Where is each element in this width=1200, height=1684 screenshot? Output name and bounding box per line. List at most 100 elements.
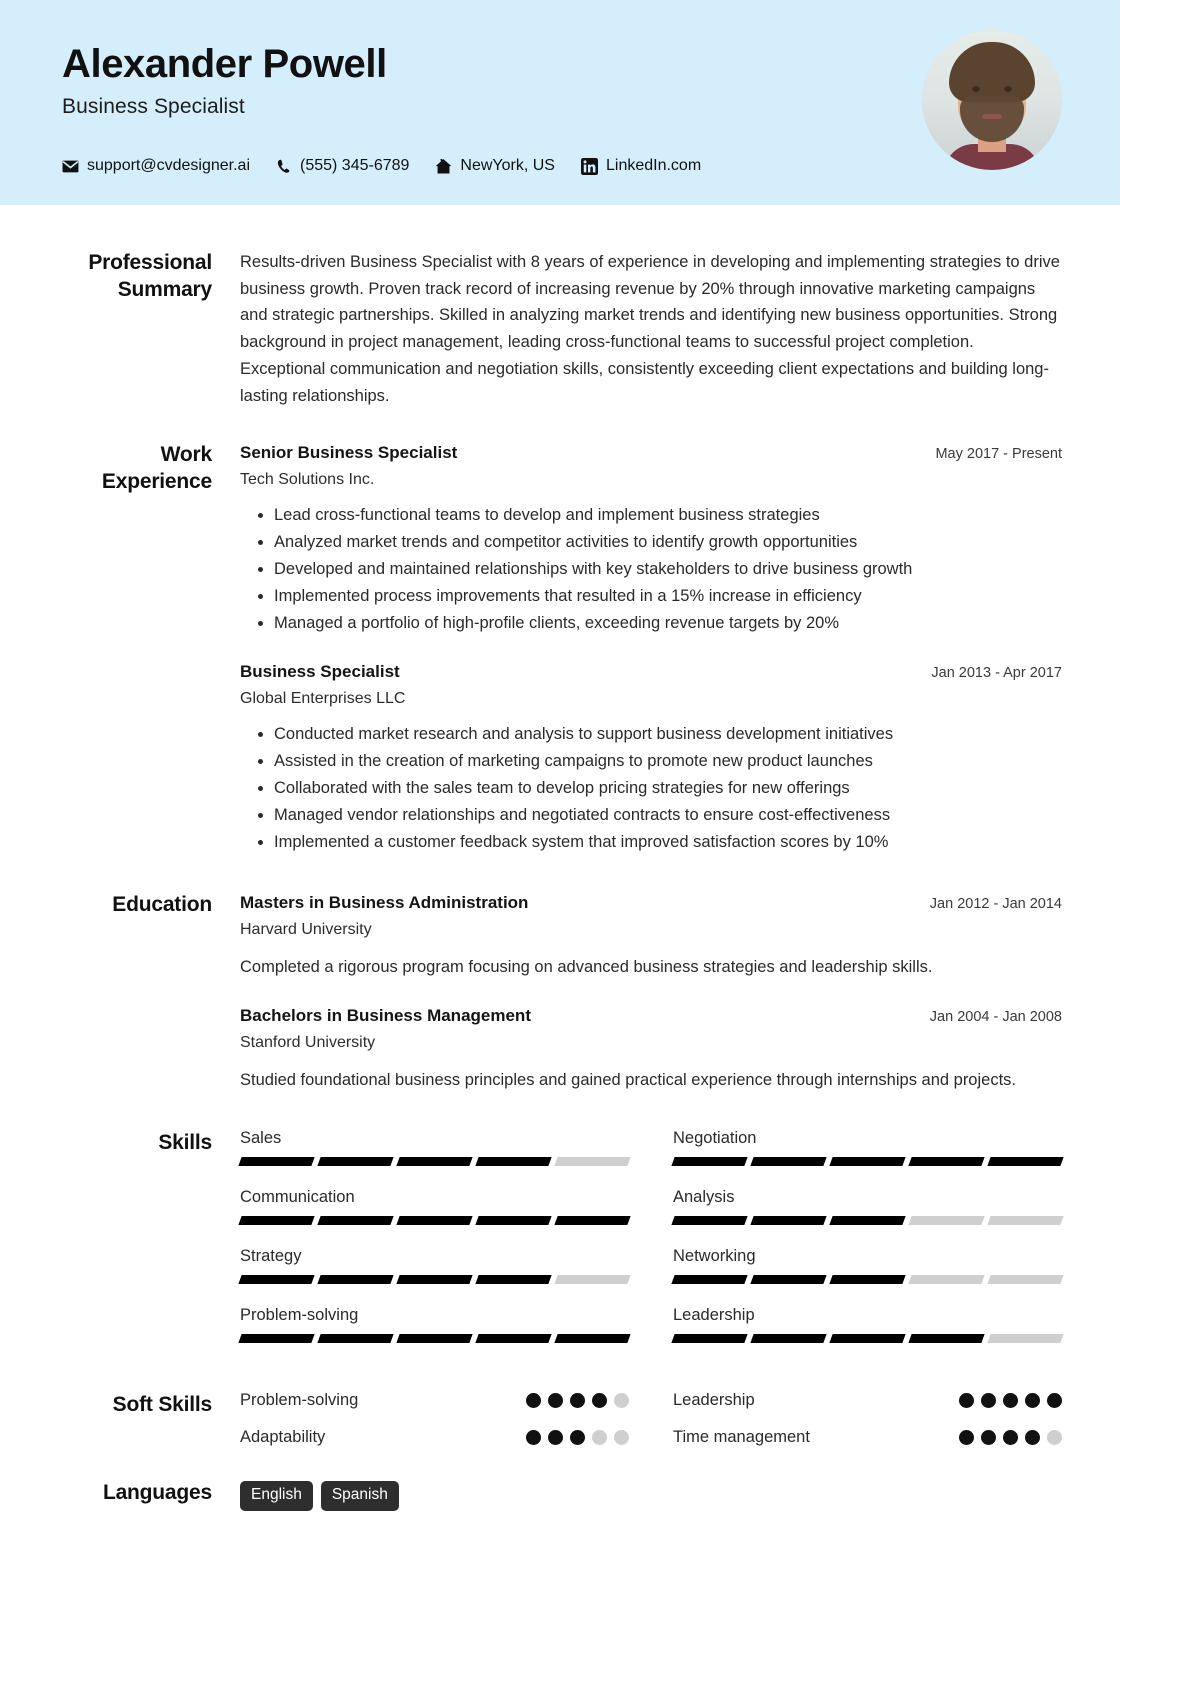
skill-name: Problem-solving (240, 1306, 359, 1325)
skill-item: Analysis (671, 1188, 1064, 1226)
skill-bar-segment (829, 1275, 906, 1285)
skill-bar-segment (554, 1275, 631, 1285)
skill-bar-segment (829, 1334, 906, 1344)
contact-email-text: support@cvdesigner.ai (87, 157, 250, 174)
skill-bar-segment (396, 1334, 473, 1344)
skill-name: Analysis (673, 1188, 735, 1207)
skill-bar-segment (396, 1275, 473, 1285)
home-icon (435, 158, 452, 175)
section-label-summary: Professional Summary (88, 251, 212, 301)
education-body: Masters in Business Administration Jan 2… (240, 891, 1062, 1097)
resume-header: Alexander Powell Business Specialist sup… (0, 0, 1120, 205)
education-entry: Bachelors in Business Management Jan 200… (240, 1004, 1062, 1093)
skill-bar-segment (317, 1334, 394, 1344)
skill-bar-segment (475, 1334, 552, 1344)
education-entry-org: Stanford University (240, 1033, 376, 1051)
rating-dot (1047, 1393, 1062, 1409)
contact-linkedin[interactable]: LinkedIn.com (580, 157, 701, 175)
soft-skill-item: Time management (673, 1428, 1062, 1447)
skill-name: Sales (240, 1129, 282, 1148)
contact-phone[interactable]: (555) 345-6789 (276, 157, 409, 175)
education-entry-date: Jan 2004 - Jan 2008 (929, 1009, 1062, 1026)
education-entry-org: Harvard University (240, 920, 372, 938)
soft-skill-rating (526, 1430, 629, 1446)
education-entry-desc: Completed a rigorous program focusing on… (240, 957, 933, 976)
contact-location-text: NewYork, US (460, 157, 555, 174)
soft-skill-name: Adaptability (240, 1428, 326, 1447)
phone-icon (276, 158, 292, 175)
contact-row: support@cvdesigner.ai (555) 345-6789 New… (62, 157, 701, 175)
rating-dot (570, 1393, 585, 1409)
header-text-block: Alexander Powell Business Specialist sup… (62, 38, 701, 205)
skill-name: Negotiation (673, 1129, 757, 1148)
work-entry: Senior Business Specialist May 2017 - Pr… (240, 441, 1062, 636)
section-label-soft-skills: Soft Skills (112, 1393, 213, 1417)
languages-body: English Spanish (240, 1479, 1062, 1511)
job-title: Business Specialist (62, 95, 245, 118)
skill-bar-segment (671, 1157, 748, 1167)
list-item: Assisted in the creation of marketing ca… (274, 748, 1062, 774)
skill-level-bar (671, 1275, 1064, 1285)
skill-bar-segment (475, 1275, 552, 1285)
skill-bar-segment (317, 1275, 394, 1285)
language-tag: Spanish (320, 1481, 399, 1511)
list-item: Implemented a customer feedback system t… (274, 829, 1062, 855)
rating-dot (959, 1430, 974, 1446)
skill-item: Negotiation (671, 1129, 1064, 1167)
soft-skill-item: Adaptability (240, 1428, 629, 1447)
skill-item: Strategy (238, 1247, 631, 1285)
contact-location[interactable]: NewYork, US (435, 157, 555, 175)
education-entry-date: Jan 2012 - Jan 2014 (929, 896, 1062, 913)
skill-bar-segment (829, 1157, 906, 1167)
email-icon (62, 158, 79, 175)
rating-dot (614, 1430, 629, 1446)
skill-item: Leadership (671, 1306, 1064, 1344)
skill-bar-segment (671, 1275, 748, 1285)
skill-bar-segment (238, 1275, 315, 1285)
skill-bar-segment (554, 1216, 631, 1226)
rating-dot (981, 1393, 996, 1409)
contact-email[interactable]: support@cvdesigner.ai (62, 157, 250, 175)
skill-level-bar (238, 1334, 631, 1344)
education-entry-title: Bachelors in Business Management (240, 1006, 531, 1026)
soft-skills-body: Problem-solving Leadership Adaptability Tim… (240, 1391, 1062, 1447)
list-item: Managed a portfolio of high-profile clie… (274, 610, 1062, 636)
skill-bar-segment (238, 1216, 315, 1226)
skill-bar-segment (750, 1157, 827, 1167)
section-work-experience: Work Experience Senior Business Speciali… (62, 441, 1062, 859)
skill-bar-segment (908, 1334, 985, 1344)
skill-bar-segment (987, 1157, 1064, 1167)
avatar-eye-right (1004, 86, 1012, 92)
rating-dot (548, 1430, 563, 1446)
work-entry-head: Business Specialist Jan 2013 - Apr 2017 (240, 660, 1062, 685)
soft-skill-item: Problem-solving (240, 1391, 629, 1410)
resume-page: Alexander Powell Business Specialist sup… (0, 0, 1120, 1684)
work-entry-date: May 2017 - Present (935, 446, 1062, 463)
soft-skill-item: Leadership (673, 1391, 1062, 1410)
avatar-eye-left (972, 86, 980, 92)
section-skills: Skills Sales Negotiation Communication Anal… (62, 1129, 1064, 1365)
skill-level-bar (238, 1157, 631, 1167)
soft-skill-name: Time management (673, 1428, 810, 1447)
skill-bar-segment (475, 1216, 552, 1226)
rating-dot (1025, 1393, 1040, 1409)
section-label-skills: Skills (158, 1131, 212, 1155)
rating-dot (592, 1430, 607, 1446)
section-education: Education Masters in Business Administra… (62, 891, 1062, 1097)
work-entry-head: Senior Business Specialist May 2017 - Pr… (240, 441, 1062, 466)
work-entry-title: Senior Business Specialist (240, 443, 458, 463)
list-item: Managed vendor relationships and negotia… (274, 802, 1062, 828)
skill-name: Leadership (673, 1306, 755, 1325)
language-tag: English (240, 1481, 313, 1511)
skill-bar-segment (554, 1157, 631, 1167)
section-soft-skills: Soft Skills Problem-solving Leadership Ada… (62, 1391, 1062, 1447)
soft-skill-rating (959, 1430, 1062, 1446)
skill-item: Problem-solving (238, 1306, 631, 1344)
rating-dot (526, 1430, 541, 1446)
skills-body: Sales Negotiation Communication Analysis Str… (238, 1129, 1064, 1365)
skill-name: Communication (240, 1188, 355, 1207)
language-tag-row: English Spanish (240, 1479, 1062, 1511)
rating-dot (1025, 1430, 1040, 1446)
skill-level-bar (671, 1157, 1064, 1167)
